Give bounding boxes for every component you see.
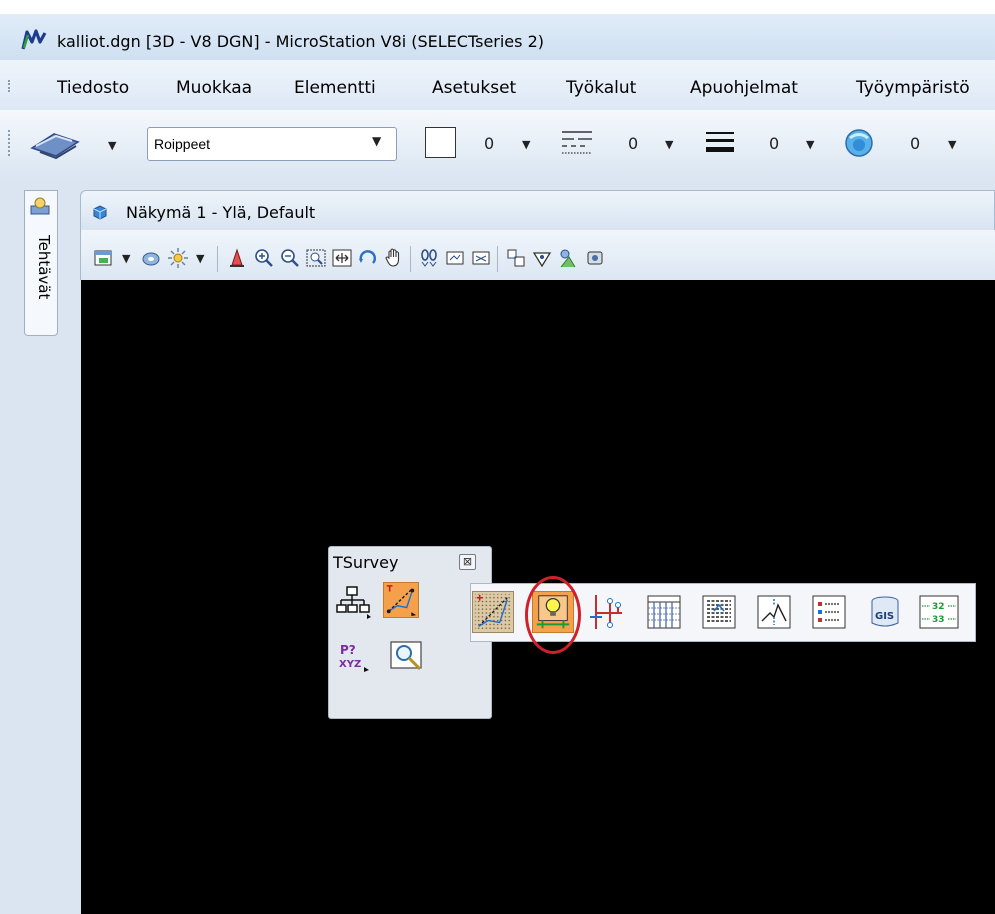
menu-apuohjelmat[interactable]: Apuohjelmat: [690, 78, 798, 98]
window-title: kalliot.dgn [3D - V8 DGN] - MicroStation…: [57, 32, 544, 51]
toolbar-grip[interactable]: [8, 130, 13, 156]
update-view-icon[interactable]: [226, 247, 248, 269]
color-index: 0: [484, 134, 495, 153]
menu-elementti[interactable]: Elementti: [294, 78, 376, 98]
menu-tyokalut[interactable]: Työkalut: [566, 78, 636, 98]
transparency-dropdown-arrow-icon[interactable]: ▼: [948, 138, 956, 151]
toolbar-separator: [410, 246, 411, 272]
style-index: 0: [628, 134, 639, 153]
transparency-index: 0: [910, 134, 921, 153]
pxyz-label-top: P?: [340, 643, 356, 657]
style-dropdown-arrow-icon[interactable]: ▼: [665, 138, 673, 151]
display-style-icon[interactable]: [140, 247, 162, 269]
gis-database-icon[interactable]: GIS: [864, 591, 906, 633]
view-attributes-icon[interactable]: [92, 247, 114, 269]
fit-view-icon[interactable]: [331, 247, 353, 269]
numbering-icon[interactable]: 32 33: [918, 591, 960, 633]
close-icon[interactable]: ⊠: [459, 554, 476, 570]
toolbar-separator: [217, 246, 218, 272]
line-style-icon[interactable]: [560, 128, 594, 158]
microstation-logo-icon[interactable]: [21, 29, 47, 51]
profile-icon[interactable]: [753, 591, 795, 633]
tasks-tab-label: Tehtävät: [35, 235, 53, 300]
survey-edit-icon[interactable]: [383, 582, 419, 618]
weight-index: 0: [769, 134, 780, 153]
lighting-icon[interactable]: [167, 247, 189, 269]
level-combobox-value: Roippeet: [154, 136, 211, 152]
point-xyz-icon[interactable]: P? XYZ: [336, 639, 372, 675]
window-area-icon[interactable]: [305, 247, 327, 269]
tsurvey-title[interactable]: TSurvey: [333, 553, 398, 572]
menu-grip[interactable]: [8, 80, 13, 92]
clip-volume-icon[interactable]: [505, 247, 527, 269]
view-title: Näkymä 1 - Ylä, Default: [126, 203, 316, 222]
view-attributes-dropdown-icon[interactable]: ▼: [122, 252, 130, 265]
gis-label: GIS: [875, 611, 894, 622]
list-icon[interactable]: [808, 591, 850, 633]
toolbar-separator: [497, 246, 498, 272]
chevron-down-icon[interactable]: ▼: [372, 134, 381, 148]
view-window-icon: [93, 205, 107, 220]
color-swatch[interactable]: [425, 127, 456, 158]
transparency-icon[interactable]: [842, 128, 876, 158]
pxyz-label-bottom: XYZ: [339, 659, 361, 670]
pan-view-icon[interactable]: [383, 247, 405, 269]
lighting-dropdown-icon[interactable]: ▼: [196, 252, 204, 265]
network-connect-icon[interactable]: [588, 591, 630, 633]
camera-icon[interactable]: [531, 247, 553, 269]
level-dropdown-arrow-icon[interactable]: ▼: [108, 139, 116, 152]
color-dropdown-arrow-icon[interactable]: ▼: [522, 138, 530, 151]
weight-dropdown-arrow-icon[interactable]: ▼: [806, 138, 814, 151]
copy-view-icon[interactable]: [470, 247, 492, 269]
render-icon[interactable]: [557, 247, 579, 269]
table-detail-icon[interactable]: [698, 591, 740, 633]
zoom-find-icon[interactable]: [390, 639, 426, 675]
survey-pattern-icon[interactable]: [472, 591, 514, 633]
active-level-icon[interactable]: [26, 128, 80, 160]
menu-tiedosto[interactable]: Tiedosto: [57, 78, 129, 98]
numbering-bottom: 33: [932, 615, 945, 625]
view-previous-icon[interactable]: [418, 247, 440, 269]
zoom-out-icon[interactable]: [279, 247, 301, 269]
tasks-icon: [30, 197, 50, 215]
table-grid-icon[interactable]: [643, 591, 685, 633]
menu-tyoymparisto[interactable]: Työympäristö: [856, 78, 970, 98]
numbering-top: 32: [932, 602, 945, 612]
highlight-circle: [525, 576, 581, 654]
view-next-icon[interactable]: [444, 247, 466, 269]
line-weight-icon[interactable]: [704, 129, 736, 157]
display-set-icon[interactable]: [584, 247, 606, 269]
rotate-view-icon[interactable]: [357, 247, 379, 269]
zoom-in-icon[interactable]: [253, 247, 275, 269]
network-icon[interactable]: [336, 584, 372, 620]
menu-asetukset[interactable]: Asetukset: [432, 78, 516, 98]
menu-muokkaa[interactable]: Muokkaa: [176, 78, 252, 98]
